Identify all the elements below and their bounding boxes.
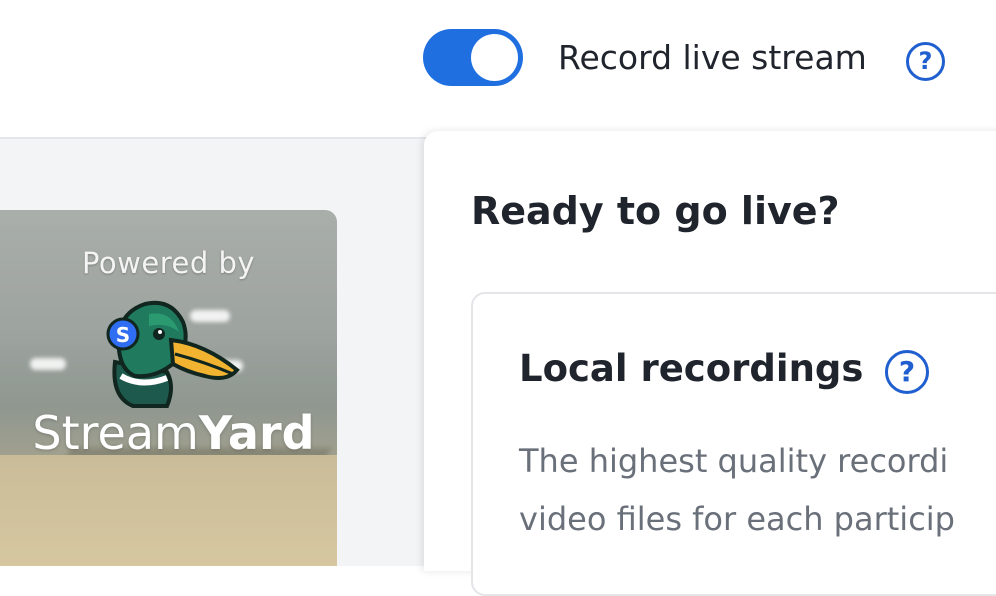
stage-area: Powered by S StreamYard [0, 139, 425, 566]
ceiling-light [30, 358, 66, 370]
description-line: The highest quality recordi [519, 442, 949, 480]
question-circle-icon[interactable]: ? [885, 350, 929, 394]
svg-text:S: S [116, 323, 130, 347]
top-bar: Record live stream ? [0, 0, 996, 139]
wall [0, 455, 337, 566]
powered-by-text: Powered by [81, 246, 256, 280]
go-live-panel: Ready to go live? Local recordings ? The… [424, 131, 996, 596]
duck-logo-icon: S [106, 300, 240, 408]
local-recordings-description: The highest quality recordi video files … [519, 432, 996, 548]
record-live-stream-toggle[interactable] [423, 29, 523, 86]
question-circle-icon[interactable]: ? [906, 42, 945, 81]
local-recordings-title: Local recordings [519, 347, 864, 390]
brand-light: Stream [32, 406, 199, 460]
panel-title: Ready to go live? [471, 189, 840, 233]
local-recordings-card[interactable]: Local recordings ? The highest quality r… [471, 292, 996, 596]
brand-wordmark: StreamYard [0, 406, 337, 460]
description-line: video files for each particip [519, 500, 955, 538]
brand-bold: Yard [198, 406, 315, 460]
stage-preview: Powered by S StreamYard [0, 210, 337, 566]
toggle-knob [471, 34, 518, 81]
record-live-stream-label: Record live stream [558, 38, 867, 77]
